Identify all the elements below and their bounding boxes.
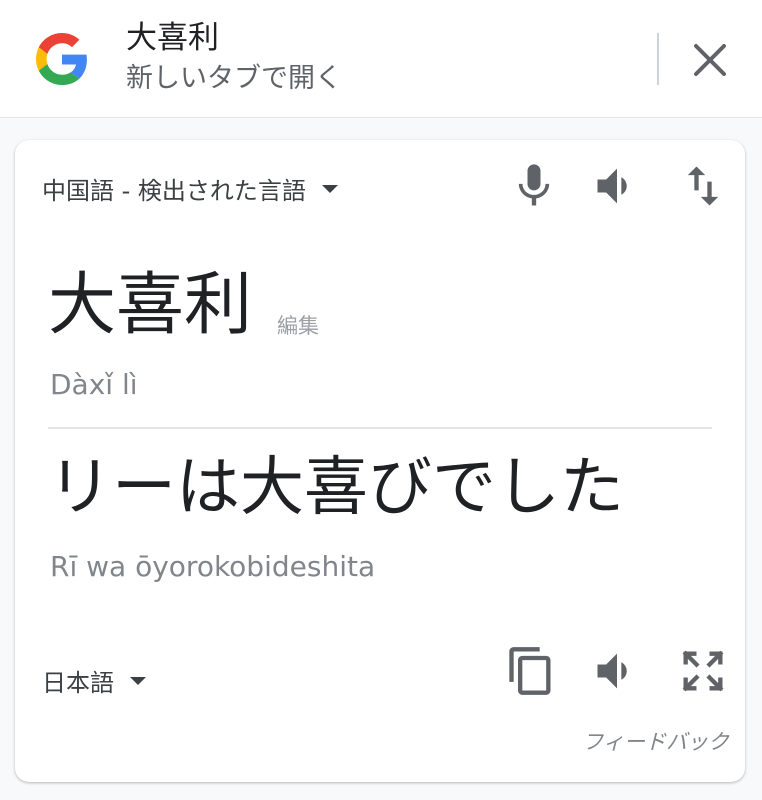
target-romanization: Rī wa ōyorokobideshita bbox=[50, 550, 376, 583]
source-language-label: 中国語 - 検出された言語 bbox=[42, 176, 306, 205]
fullscreen-icon bbox=[682, 650, 724, 692]
page-title: 大喜利 bbox=[126, 20, 219, 56]
chevron-down-icon bbox=[130, 677, 146, 685]
copy-button[interactable] bbox=[505, 645, 557, 697]
speaker-icon bbox=[597, 653, 627, 689]
speaker-icon bbox=[597, 168, 627, 204]
source-text: 大喜利 bbox=[48, 266, 253, 345]
feedback-link[interactable]: フィードバック bbox=[582, 726, 729, 756]
google-g-icon bbox=[36, 33, 88, 85]
source-language-selector[interactable]: 中国語 - 検出された言語 bbox=[42, 168, 338, 208]
divider bbox=[48, 427, 712, 429]
close-button[interactable] bbox=[686, 36, 734, 84]
chevron-down-icon bbox=[321, 185, 338, 193]
translation-card: 中国語 - 検出された言語 大喜利 編集 Dàxǐ lì リーは大喜びでした R… bbox=[15, 140, 745, 782]
copy-icon bbox=[509, 647, 551, 695]
edit-link[interactable]: 編集 bbox=[277, 310, 319, 340]
listen-source-button[interactable] bbox=[591, 160, 643, 212]
target-language-selector[interactable]: 日本語 bbox=[42, 660, 146, 700]
translated-text: リーは大喜びでした bbox=[48, 451, 624, 525]
close-icon bbox=[694, 44, 726, 76]
swap-languages-icon bbox=[687, 166, 719, 206]
header-divider bbox=[657, 33, 659, 85]
header: 大喜利 新しいタブで開く bbox=[0, 0, 762, 118]
microphone-icon bbox=[518, 164, 550, 206]
fullscreen-button[interactable] bbox=[677, 645, 729, 697]
open-in-new-tab-link[interactable]: 新しいタブで開く bbox=[126, 62, 342, 96]
target-language-label: 日本語 bbox=[42, 668, 114, 697]
listen-translation-button[interactable] bbox=[591, 645, 643, 697]
swap-languages-button[interactable] bbox=[677, 160, 729, 212]
source-romanization: Dàxǐ lì bbox=[50, 368, 138, 401]
microphone-button[interactable] bbox=[508, 160, 560, 212]
